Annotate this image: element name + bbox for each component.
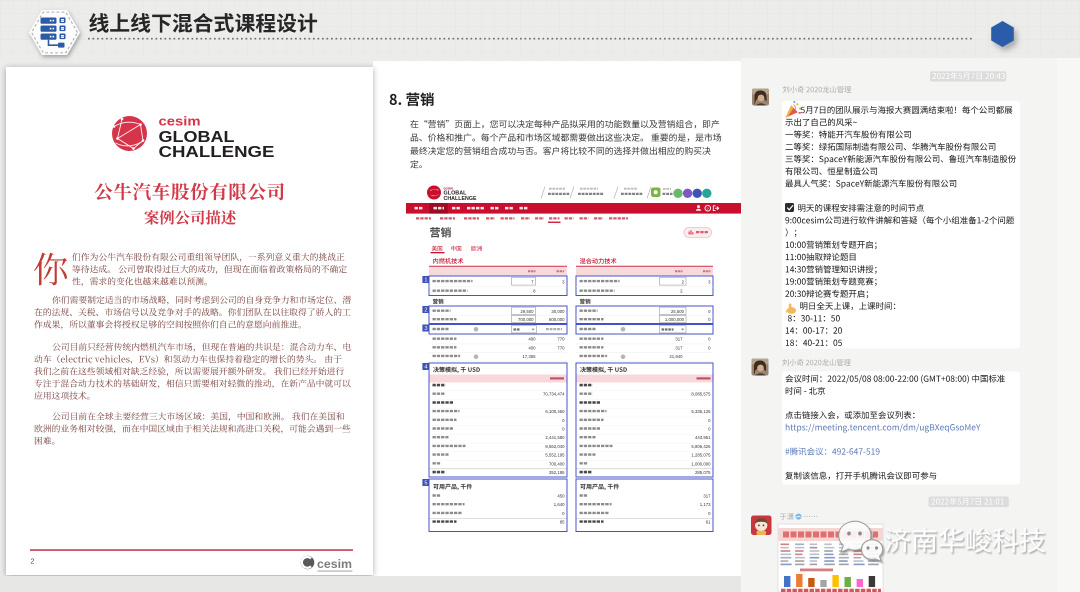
svg-text:0: 0 bbox=[708, 345, 711, 350]
svg-text:3: 3 bbox=[424, 326, 427, 332]
svg-text:2: 2 bbox=[424, 308, 427, 314]
svg-text:1,640: 1,640 bbox=[554, 502, 565, 507]
svg-text:5,335,125: 5,335,125 bbox=[691, 409, 711, 414]
svg-text:cesim: cesim bbox=[317, 557, 352, 571]
svg-text:5: 5 bbox=[424, 481, 427, 487]
svg-text:cesim: cesim bbox=[159, 114, 201, 129]
svg-text:600,000: 600,000 bbox=[549, 317, 565, 322]
svg-text:400: 400 bbox=[528, 337, 536, 342]
svg-text:0: 0 bbox=[708, 337, 711, 342]
svg-text:317: 317 bbox=[675, 337, 683, 342]
svg-text:8: 8 bbox=[533, 289, 536, 294]
svg-text:1,000,000: 1,000,000 bbox=[665, 317, 685, 322]
svg-text:0: 0 bbox=[708, 309, 711, 314]
svg-text:85: 85 bbox=[560, 520, 565, 525]
svg-text:0: 0 bbox=[562, 418, 565, 423]
svg-text:700,400: 700,400 bbox=[549, 461, 565, 466]
svg-text:3: 3 bbox=[708, 279, 711, 284]
svg-text:21,940: 21,940 bbox=[669, 354, 683, 359]
svg-text:1,000,000: 1,000,000 bbox=[691, 461, 711, 466]
svg-text:29,500: 29,500 bbox=[520, 309, 534, 314]
svg-text:3: 3 bbox=[562, 279, 565, 284]
svg-text:5,552,195: 5,552,195 bbox=[545, 453, 565, 458]
svg-text:0: 0 bbox=[562, 427, 565, 432]
svg-text:450: 450 bbox=[557, 494, 565, 499]
svg-text:5,806,426: 5,806,426 bbox=[691, 444, 711, 449]
svg-text:317: 317 bbox=[675, 345, 683, 350]
svg-text:8,562,040: 8,562,040 bbox=[545, 444, 565, 449]
svg-text:700,000: 700,000 bbox=[518, 317, 534, 322]
svg-text:CHALLENGE: CHALLENGE bbox=[159, 144, 275, 161]
svg-text:61: 61 bbox=[706, 520, 711, 525]
svg-text:2: 2 bbox=[31, 559, 35, 566]
svg-text:8,085,575: 8,085,575 bbox=[691, 392, 711, 397]
svg-text:25,500: 25,500 bbox=[671, 309, 685, 314]
svg-text:1,173: 1,173 bbox=[700, 502, 711, 507]
svg-text:70,734,474: 70,734,474 bbox=[543, 392, 565, 397]
svg-text:6,100,460: 6,100,460 bbox=[545, 409, 565, 414]
svg-text:317: 317 bbox=[703, 494, 711, 499]
svg-text:0: 0 bbox=[708, 418, 711, 423]
svg-text:770: 770 bbox=[557, 345, 565, 350]
svg-text:0: 0 bbox=[562, 511, 565, 516]
svg-text:2: 2 bbox=[680, 289, 683, 294]
svg-text:0: 0 bbox=[708, 427, 711, 432]
svg-text:17,355: 17,355 bbox=[522, 354, 536, 359]
svg-text:4: 4 bbox=[424, 365, 427, 371]
svg-text:0: 0 bbox=[708, 317, 711, 322]
svg-text:30,000: 30,000 bbox=[551, 309, 565, 314]
svg-text:400: 400 bbox=[528, 345, 536, 350]
svg-text:1,285,075: 1,285,075 bbox=[691, 453, 711, 458]
svg-text:352,195: 352,195 bbox=[549, 470, 565, 475]
svg-text:0: 0 bbox=[708, 511, 711, 516]
svg-text:1: 1 bbox=[424, 278, 427, 284]
svg-text:CHALLENGE: CHALLENGE bbox=[444, 196, 478, 202]
svg-text:2,441,580: 2,441,580 bbox=[545, 435, 565, 440]
svg-text:285,075: 285,075 bbox=[695, 470, 711, 475]
svg-text:770: 770 bbox=[557, 337, 565, 342]
svg-text:443,951: 443,951 bbox=[695, 435, 711, 440]
